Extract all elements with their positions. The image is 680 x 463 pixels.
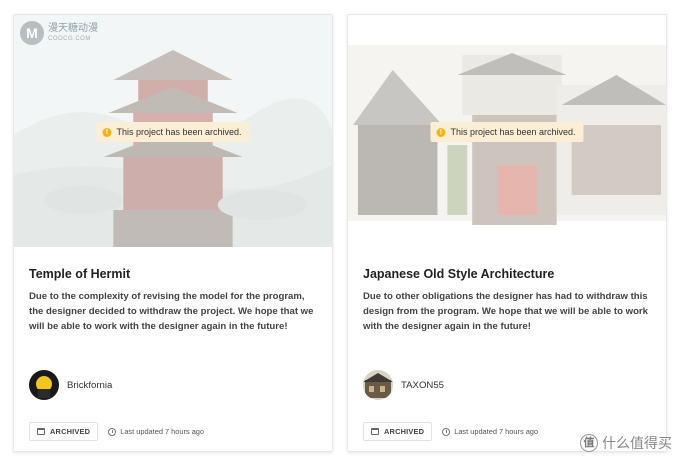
avatar[interactable] xyxy=(29,370,59,400)
author[interactable]: TAXON55 xyxy=(363,370,444,400)
last-updated: Last updated 7 hours ago xyxy=(108,427,204,436)
watermark-name: 漫天糖动漫 xyxy=(48,23,98,34)
clock-history-icon xyxy=(442,427,451,436)
project-description: Due to the complexity of revising the mo… xyxy=(29,291,314,332)
project-title[interactable]: Japanese Old Style Architecture xyxy=(363,267,554,281)
last-updated-text: Last updated 7 hours ago xyxy=(454,427,539,436)
watermark-bottom-text: 什么值得买 xyxy=(602,435,672,451)
archive-box-icon xyxy=(371,428,379,435)
archived-notice-text: This project has been archived. xyxy=(450,127,576,137)
archived-notice: ! This project has been archived. xyxy=(430,122,584,142)
archived-notice: ! This project has been archived. xyxy=(96,122,250,142)
warning-icon: ! xyxy=(102,127,112,137)
card-footer: ARCHIVED Last updated 7 hours ago xyxy=(29,422,204,441)
author[interactable]: Brickfornia xyxy=(29,370,112,400)
watermark-logo: M 漫天糖动漫 COOCG.COM xyxy=(20,21,98,45)
project-description: Due to other obligations the designer ha… xyxy=(363,291,649,332)
watermark-logo-icon: M xyxy=(20,21,44,45)
project-card-japanese-old-style-architecture[interactable]: ! This project has been archived. Japane… xyxy=(347,14,667,452)
last-updated-text: Last updated 7 hours ago xyxy=(120,427,205,436)
last-updated: Last updated 7 hours ago xyxy=(442,427,538,436)
author-name[interactable]: Brickfornia xyxy=(67,380,112,391)
status-badge: ARCHIVED xyxy=(29,422,99,441)
archive-box-icon xyxy=(37,428,45,435)
project-title[interactable]: Temple of Hermit xyxy=(29,267,130,281)
status-badge-label: ARCHIVED xyxy=(50,427,91,436)
project-card-temple-of-hermit[interactable]: ! This project has been archived. Temple… xyxy=(13,14,333,452)
watermark-site: COOCG.COM xyxy=(48,36,91,42)
author-name[interactable]: TAXON55 xyxy=(401,380,444,391)
watermark-bottom: 值 什么值得买 xyxy=(580,433,672,453)
archived-notice-text: This project has been archived. xyxy=(116,127,242,137)
status-badge-label: ARCHIVED xyxy=(384,427,425,436)
watermark-badge-icon: 值 xyxy=(580,434,598,452)
warning-icon: ! xyxy=(436,127,446,137)
clock-history-icon xyxy=(108,427,117,436)
project-image[interactable]: ! This project has been archived. xyxy=(348,15,666,247)
project-image[interactable]: ! This project has been archived. xyxy=(14,15,332,247)
card-footer: ARCHIVED Last updated 7 hours ago xyxy=(363,422,538,441)
status-badge: ARCHIVED xyxy=(363,422,433,441)
avatar[interactable] xyxy=(363,370,393,400)
